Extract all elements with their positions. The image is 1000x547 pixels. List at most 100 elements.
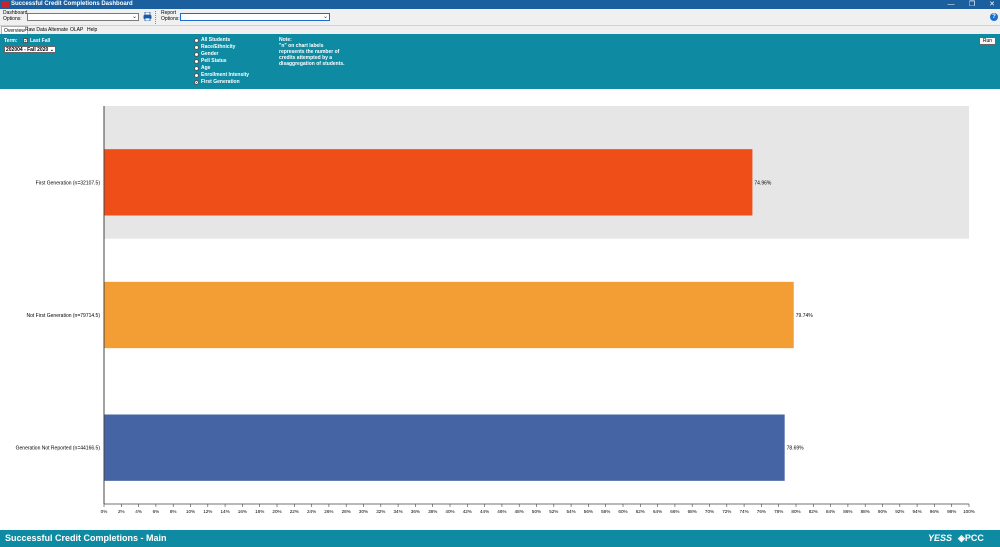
x-tick-label: 96% [930, 509, 939, 514]
chart-bar [104, 281, 794, 349]
x-tick-label: 14% [220, 509, 229, 514]
x-tick-label: 56% [584, 509, 593, 514]
x-tick-label: 94% [912, 509, 921, 514]
x-tick-label: 6% [153, 509, 160, 514]
x-tick-label: 88% [861, 509, 870, 514]
help-icon[interactable]: ? [990, 13, 998, 21]
x-tick-label: 32% [376, 509, 385, 514]
term-value: 202004 - Fall 2020 [6, 47, 49, 53]
x-tick-label: 26% [324, 509, 333, 514]
x-tick-label: 42% [463, 509, 472, 514]
category-label: First Generation (n=32107.5) [36, 180, 101, 186]
window-title-bar: Successful Credit Completions Dashboard … [0, 0, 1000, 9]
radio-enrollment-intensity[interactable] [194, 73, 199, 78]
last-fall-checkbox[interactable] [23, 38, 28, 43]
x-tick-label: 44% [480, 509, 489, 514]
chevron-down-icon: ⌄ [322, 14, 328, 20]
x-tick-label: 38% [428, 509, 437, 514]
app-icon [2, 1, 9, 8]
chevron-down-icon: ⌄ [49, 47, 54, 53]
minimize-button[interactable]: — [944, 0, 958, 9]
dashboard-options-label-2: Options: [3, 16, 22, 22]
x-tick-label: 24% [307, 509, 316, 514]
radio-label-age: Age [201, 65, 211, 71]
x-tick-label: 98% [947, 509, 956, 514]
radio-gender[interactable] [194, 52, 199, 57]
x-tick-label: 72% [722, 509, 731, 514]
chart-bar [104, 414, 785, 481]
x-tick-label: 82% [809, 509, 818, 514]
data-label: 74.96% [754, 180, 772, 186]
print-icon[interactable] [143, 12, 152, 21]
chevron-down-icon: ⌄ [131, 14, 137, 20]
x-tick-label: 10% [186, 509, 195, 514]
radio-all-students[interactable] [194, 38, 199, 43]
category-label: Generation Not Reported (n=44166.5) [16, 446, 101, 452]
x-tick-label: 22% [290, 509, 299, 514]
term-label: Term: [4, 38, 18, 44]
radio-label-all-students: All Students [201, 37, 231, 43]
data-label: 78.69% [787, 446, 805, 452]
toolbar-separator [155, 11, 157, 24]
x-tick-label: 92% [895, 509, 904, 514]
tab-bar: Overview Raw Data Alternate OLAP Help [0, 26, 1000, 34]
tab-olap[interactable]: OLAP [68, 26, 85, 34]
radio-label-enrollment-intensity: Enrollment Intensity [201, 72, 250, 78]
radio-label-race-ethnicity: Race/Ethnicity [201, 44, 236, 50]
restore-button[interactable]: ❐ [965, 0, 979, 9]
yess-logo: YESS [928, 533, 953, 543]
tab-alternate[interactable]: Alternate [46, 26, 70, 34]
x-tick-label: 34% [393, 509, 402, 514]
radio-age[interactable] [194, 66, 199, 71]
chart-bar [104, 149, 753, 216]
run-button[interactable]: Run [979, 37, 996, 45]
x-tick-label: 8% [170, 509, 177, 514]
x-tick-label: 46% [497, 509, 506, 514]
x-tick-label: 2% [118, 509, 125, 514]
radio-first-generation[interactable] [194, 80, 199, 85]
x-tick-label: 68% [688, 509, 697, 514]
footer-title: Successful Credit Completions - Main [5, 533, 167, 543]
footer-bar: Successful Credit Completions - Main YES… [0, 530, 1000, 547]
x-tick-label: 20% [272, 509, 281, 514]
radio-label-pell-status: Pell Status [201, 58, 227, 64]
dashboard-options-select[interactable]: ⌄ [27, 13, 139, 21]
x-tick-label: 28% [342, 509, 351, 514]
chart-note: Note: "n" on chart labels represents the… [279, 37, 349, 67]
note-text: "n" on chart labels represents the numbe… [279, 43, 345, 67]
x-tick-label: 80% [791, 509, 800, 514]
x-tick-label: 36% [411, 509, 420, 514]
x-tick-label: 30% [359, 509, 368, 514]
x-tick-label: 66% [670, 509, 679, 514]
report-options-select[interactable]: ⌄ [180, 13, 330, 21]
close-button[interactable]: ✕ [985, 0, 999, 9]
radio-race-ethnicity[interactable] [194, 45, 199, 50]
tab-help[interactable]: Help [85, 26, 99, 34]
x-tick-label: 76% [757, 509, 766, 514]
x-tick-label: 64% [653, 509, 662, 514]
x-tick-label: 84% [826, 509, 835, 514]
category-label: Not First Generation (n=79714.5) [26, 313, 100, 319]
radio-label-first-generation: First Generation [201, 79, 240, 85]
x-tick-label: 70% [705, 509, 714, 514]
radio-pell-status[interactable] [194, 59, 199, 64]
x-tick-label: 40% [445, 509, 454, 514]
x-tick-label: 58% [601, 509, 610, 514]
data-label: 79.74% [796, 313, 814, 319]
term-select[interactable]: 202004 - Fall 2020 ⌄ [4, 46, 56, 53]
x-tick-label: 12% [203, 509, 212, 514]
pcc-logo: ◈PCC [958, 533, 984, 543]
x-tick-label: 52% [549, 509, 558, 514]
x-tick-label: 18% [255, 509, 264, 514]
x-tick-label: 78% [774, 509, 783, 514]
report-options-label-2: Options: [161, 16, 180, 22]
last-fall-label: Last Fall [30, 38, 51, 44]
bar-chart: First Generation (n=32107.5) Not First Ge… [16, 106, 975, 514]
filter-panel [0, 34, 1000, 89]
x-tick-label: 62% [636, 509, 645, 514]
x-tick-label: 50% [532, 509, 541, 514]
radio-label-gender: Gender [201, 51, 219, 57]
x-tick-label: 74% [739, 509, 748, 514]
x-tick-label: 100% [963, 509, 975, 514]
x-tick-label: 16% [238, 509, 247, 514]
